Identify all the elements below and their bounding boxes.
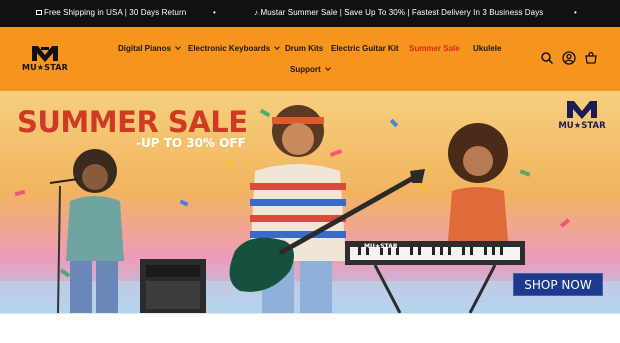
hero-title: SUMMER SALE — [17, 105, 248, 139]
hero-brand-logo: MU★STAR — [555, 99, 609, 133]
nav-label: Electronic Keyboards — [188, 44, 271, 53]
announcement-separator: • — [213, 8, 216, 17]
nav-drum-kits[interactable]: Drum Kits — [285, 44, 323, 53]
nav-support[interactable]: Support — [290, 65, 331, 74]
music-note-icon: ♪ — [254, 8, 259, 17]
hero-logo-text: MU★STAR — [558, 121, 606, 131]
truck-icon — [36, 10, 42, 15]
cart-icon[interactable] — [584, 51, 598, 65]
nav-label: Drum Kits — [285, 44, 324, 53]
logo-text: MU★STAR — [22, 63, 68, 72]
announcement-separator: • — [574, 8, 577, 17]
nav-label: Digital Pianos — [118, 44, 171, 53]
shop-now-button[interactable]: SHOP NOW — [513, 273, 603, 296]
nav-label: Ukulele — [473, 44, 502, 53]
hero-subtitle: -UP TO 30% OFF — [136, 136, 246, 150]
chevron-down-icon — [175, 44, 181, 50]
search-icon[interactable] — [540, 51, 554, 65]
nav-summer-sale[interactable]: Summer Sale — [409, 44, 460, 53]
announcement-item-shipping: Free Shipping in USA | 30 Days Return — [36, 8, 186, 17]
logo-mark-icon — [567, 101, 597, 119]
content-area — [0, 313, 620, 343]
nav-label: Summer Sale — [409, 44, 460, 53]
nav-electric-guitar-kit[interactable]: Electric Guitar Kit — [331, 44, 399, 53]
nav-electronic-keyboards[interactable]: Electronic Keyboards — [188, 44, 281, 53]
announcement-item-sale: ♪ Mustar Summer Sale | Save Up To 30% | … — [254, 8, 544, 17]
logo-mark-icon — [32, 46, 58, 62]
account-icon[interactable] — [562, 51, 576, 65]
site-header: MU★STAR Digital Pianos Electronic Keyboa… — [0, 27, 620, 91]
announcement-bar: Free Shipping in USA | 30 Days Return • … — [0, 0, 620, 27]
chevron-down-icon — [274, 44, 281, 50]
keyboard-brand-label: MU★STAR — [364, 243, 398, 250]
nav-label: Support — [290, 65, 321, 74]
nav-label: Electric Guitar Kit — [331, 44, 399, 53]
nav-ukulele[interactable]: Ukulele — [473, 44, 501, 53]
nav-digital-pianos[interactable]: Digital Pianos — [118, 44, 181, 53]
brand-logo[interactable]: MU★STAR — [22, 44, 68, 74]
chevron-down-icon — [324, 65, 331, 71]
